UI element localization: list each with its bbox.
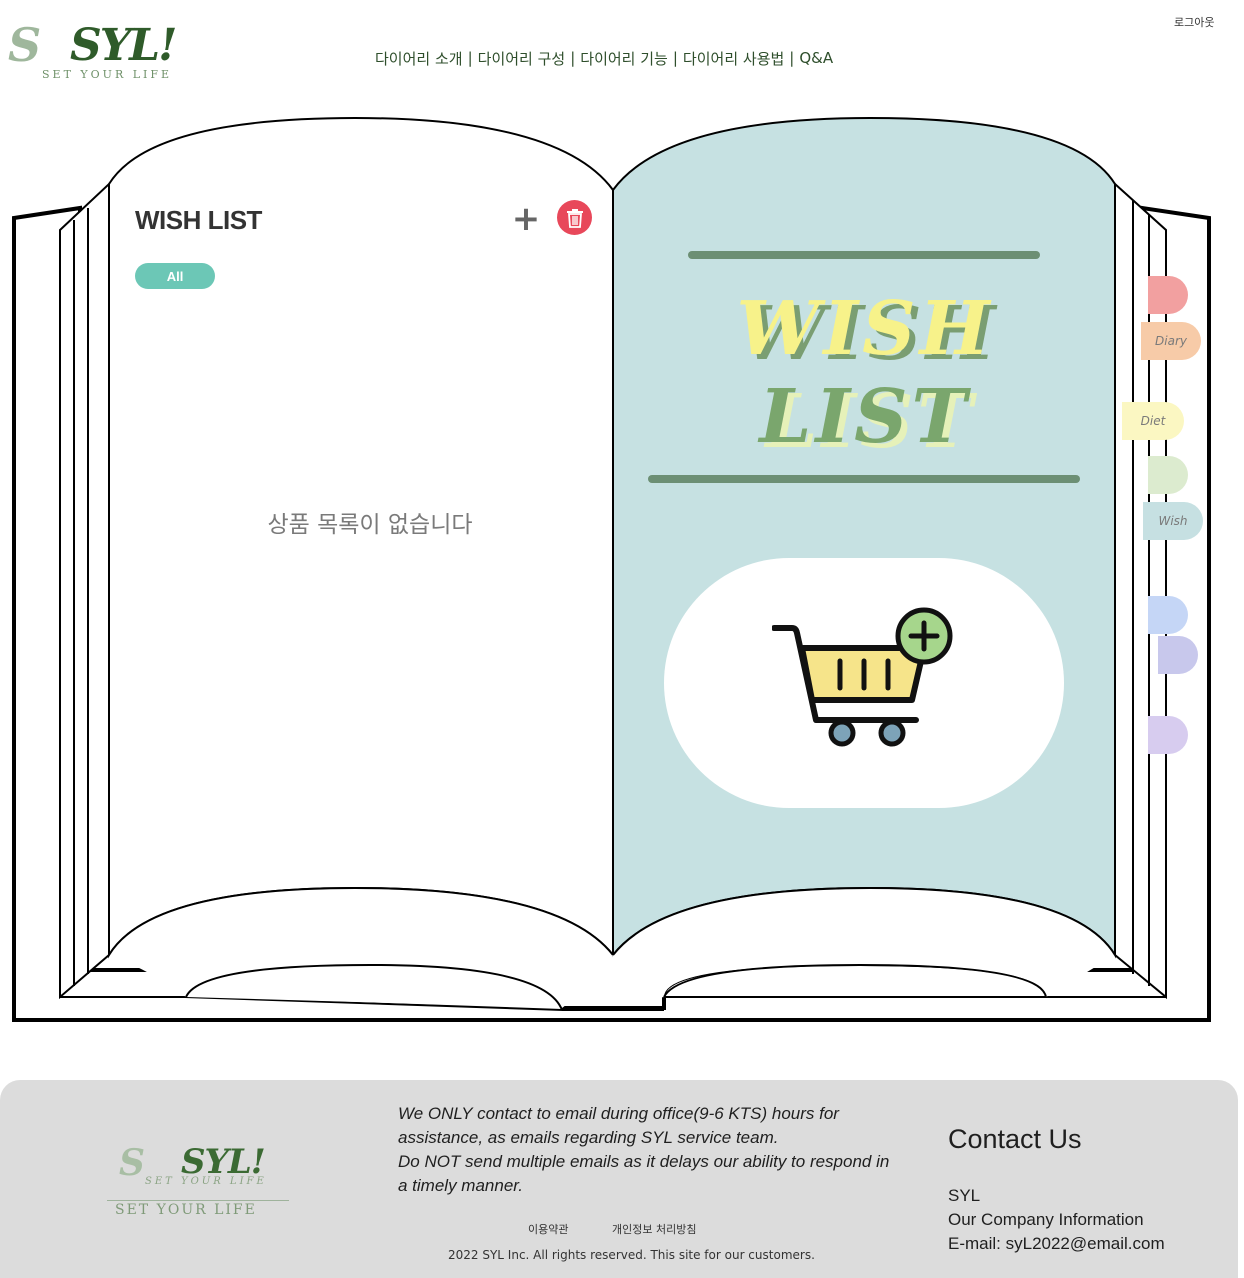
footer-logo[interactable]: S SYL! SET YOUR LIFE SET YOUR LIFE bbox=[105, 1142, 310, 1222]
tab-wish[interactable]: Wish bbox=[1143, 502, 1203, 540]
tab-7[interactable] bbox=[1158, 636, 1198, 674]
tab-diary[interactable]: Diary bbox=[1141, 322, 1201, 360]
contact-title: Contact Us bbox=[948, 1124, 1082, 1154]
wish-art-line-1: WISH bbox=[736, 286, 994, 372]
footer-links: 이용약관 개인정보 처리방침 bbox=[528, 1221, 736, 1237]
contact-company: SYL bbox=[948, 1186, 981, 1205]
filter-all-button[interactable]: All bbox=[135, 263, 215, 289]
add-item-button[interactable]: + bbox=[511, 199, 541, 239]
tab-diet[interactable]: Diet bbox=[1122, 402, 1184, 440]
notice-office-hours: We ONLY contact to email during office(9… bbox=[398, 1104, 839, 1147]
wish-art-line-2: LIST bbox=[759, 374, 971, 460]
logout-link[interactable]: 로그아웃 bbox=[1174, 14, 1214, 30]
notice-multiple-emails: Do NOT send multiple emails as it delays… bbox=[398, 1152, 890, 1195]
diary-book: Diary Diet Wish bbox=[0, 100, 1244, 1040]
top-navigation: 다이어리 소개 | 다이어리 구성 | 다이어리 기능 | 다이어리 사용법 |… bbox=[375, 46, 833, 70]
footer-logo-tagline: SET YOUR LIFE bbox=[145, 1176, 267, 1187]
contact-email[interactable]: E-mail: syL2022@email.com bbox=[948, 1232, 1165, 1256]
empty-list-message: 상품 목록이 없습니다 bbox=[267, 512, 473, 538]
nav-item-features[interactable]: 다이어리 기능 bbox=[580, 48, 668, 69]
nav-item-composition[interactable]: 다이어리 구성 bbox=[478, 48, 566, 69]
cart-plus-icon bbox=[772, 607, 953, 747]
footer-notice: We ONLY contact to email during office(9… bbox=[398, 1102, 898, 1198]
copyright: 2022 SYL Inc. All rights reserved. This … bbox=[448, 1248, 815, 1262]
footer: S SYL! SET YOUR LIFE SET YOUR LIFE We ON… bbox=[0, 1080, 1238, 1278]
logo-script-mark: S bbox=[8, 18, 41, 72]
nav-item-intro[interactable]: 다이어리 소개 bbox=[375, 48, 463, 69]
nav-separator: | bbox=[467, 49, 473, 67]
nav-separator: | bbox=[672, 49, 678, 67]
nav-separator: | bbox=[789, 49, 795, 67]
contact-company-info: Our Company Information bbox=[948, 1210, 1144, 1229]
delete-button[interactable] bbox=[557, 200, 592, 235]
footer-logo-divider bbox=[107, 1200, 289, 1201]
footer-logo-tagline-2: SET YOUR LIFE bbox=[115, 1202, 257, 1218]
wish-list-artwork: WISH LIST bbox=[690, 285, 1040, 461]
footer-logo-script: S bbox=[119, 1142, 145, 1184]
add-to-cart-card[interactable] bbox=[664, 558, 1064, 808]
trash-icon bbox=[566, 208, 583, 228]
plus-icon: + bbox=[511, 199, 541, 239]
wish-list-title: WISH LIST bbox=[135, 205, 262, 235]
tab-4[interactable] bbox=[1148, 456, 1188, 494]
privacy-policy-link[interactable]: 개인정보 처리방침 bbox=[612, 1223, 696, 1236]
nav-item-usage[interactable]: 다이어리 사용법 bbox=[683, 48, 784, 69]
tab-8[interactable] bbox=[1148, 716, 1188, 754]
tab-1[interactable] bbox=[1148, 276, 1188, 314]
terms-link[interactable]: 이용약관 bbox=[528, 1223, 568, 1236]
nav-separator: | bbox=[570, 49, 576, 67]
logo-tagline: SET YOUR LIFE bbox=[42, 68, 173, 81]
syl-logo[interactable]: S SYL! SET YOUR LIFE bbox=[8, 18, 188, 84]
book-illustration bbox=[12, 116, 1211, 1022]
logo-wordmark: SYL! bbox=[70, 20, 177, 71]
tab-6[interactable] bbox=[1148, 596, 1188, 634]
contact-info: SYL Our Company Information E-mail: syL2… bbox=[948, 1184, 1165, 1256]
nav-item-qna[interactable]: Q&A bbox=[799, 49, 833, 67]
